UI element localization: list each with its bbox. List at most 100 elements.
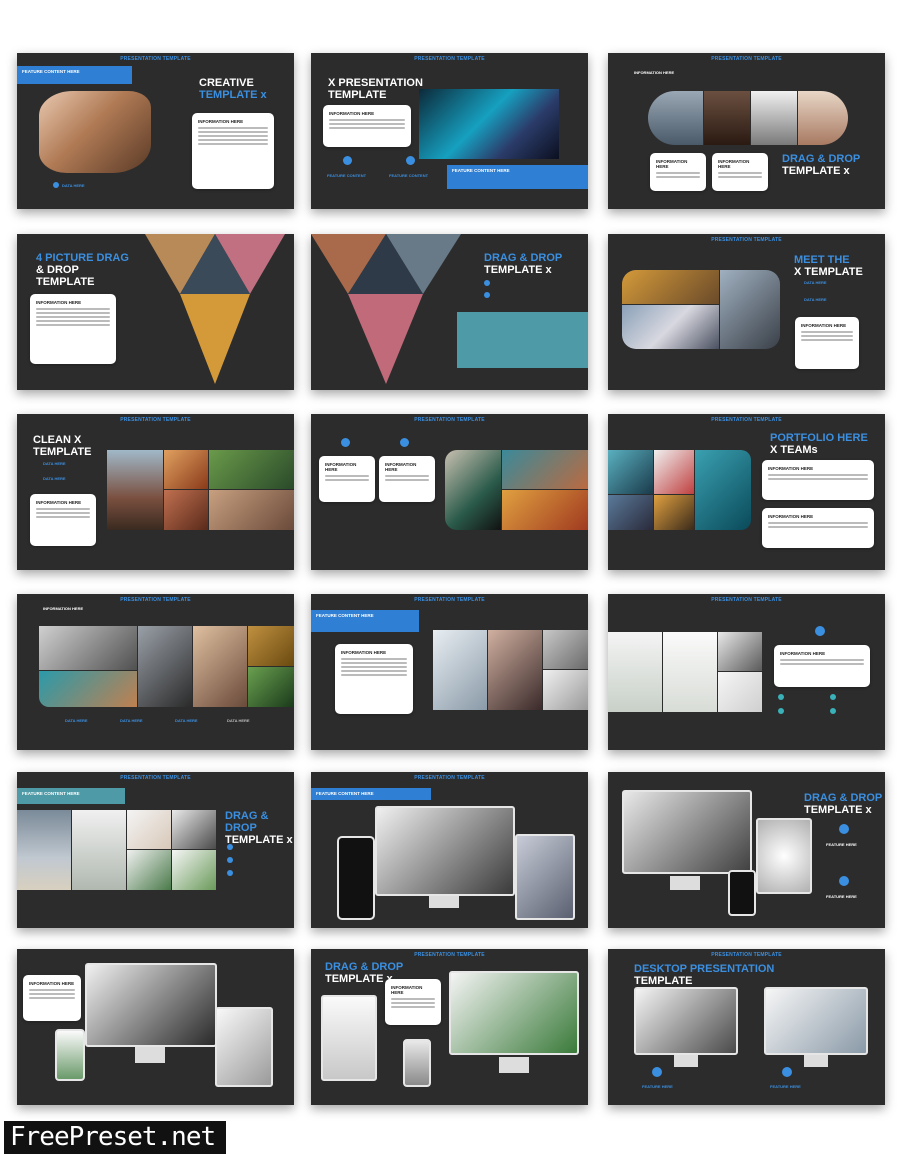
slide-17: PRESENTATION TEMPLATE DRAG & DROP TEMPLA… [311, 949, 588, 1105]
slide-title-2: TEMPLATE x [804, 804, 872, 816]
info-card-title: INFORMATION HERE [718, 159, 750, 169]
photo [164, 490, 208, 530]
info-card-title: INFORMATION HERE [329, 111, 375, 116]
slide-header: PRESENTATION TEMPLATE [120, 56, 191, 62]
feature-icon [400, 438, 409, 447]
photo [654, 495, 694, 530]
slide-title: X PRESENTATION [328, 77, 423, 89]
photo [209, 450, 294, 489]
info-card: INFORMATION HERE [192, 113, 274, 189]
info-card-title: INFORMATION HERE [36, 300, 82, 305]
monitor-stand [429, 896, 459, 908]
check-icon [53, 182, 59, 188]
info-card: INFORMATION HERE [795, 317, 859, 369]
info-card: INFORMATION HERE [762, 460, 874, 500]
slide-header: PRESENTATION TEMPLATE [120, 417, 191, 423]
slide-title: CLEAN X [33, 434, 82, 446]
info-card-title: INFORMATION HERE [768, 514, 814, 519]
info-card-title: INFORMATION HERE [801, 323, 847, 328]
tablet-mockup [515, 834, 575, 920]
slide-title-2: TEMPLATE x [782, 165, 850, 177]
monitor-stand [135, 1047, 165, 1063]
photo [172, 850, 216, 890]
check-icon [484, 292, 490, 298]
photo [718, 672, 762, 712]
info-card: INFORMATION HERE [650, 153, 706, 191]
feature-icon [406, 156, 415, 165]
data-label: DATA HERE [227, 718, 250, 723]
slide-title: DESKTOP PRESENTATION [634, 963, 775, 975]
watermark: FreePreset.net [4, 1121, 226, 1154]
photo [39, 626, 137, 670]
monitor-mockup [622, 790, 752, 874]
feature-label: FEATURE HERE [642, 1084, 673, 1089]
info-card-title: INFORMATION HERE [391, 985, 423, 995]
feature-bar: FEATURE CONTENT HERE [311, 610, 419, 632]
photo [164, 450, 208, 489]
photo [17, 810, 71, 890]
data-label: DATA HERE [175, 718, 198, 723]
feature-bar: FEATURE CONTENT HERE [311, 788, 431, 800]
slide-11: PRESENTATION TEMPLATE FEATURE CONTENT HE… [311, 594, 588, 750]
check-icon [830, 708, 836, 714]
data-label: DATA HERE [43, 461, 66, 466]
feature-label: FEATURE HERE [826, 842, 857, 847]
feature-icon [341, 438, 350, 447]
photo [488, 630, 542, 710]
info-card-title: INFORMATION HERE [29, 981, 75, 986]
triangle-collage [311, 234, 461, 384]
feature-label: FEATURE CONTENT [389, 173, 429, 178]
slide-header: PRESENTATION TEMPLATE [711, 417, 782, 423]
feature-icon [343, 156, 352, 165]
slide-16: INFORMATION HERE [17, 949, 294, 1105]
feature-icon [652, 1067, 662, 1077]
photo [72, 810, 126, 890]
info-card-title: INFORMATION HERE [656, 159, 688, 169]
slide-title: DRAG & DROP [484, 252, 563, 264]
check-icon [227, 870, 233, 876]
slide-header: PRESENTATION TEMPLATE [120, 597, 191, 603]
photo [543, 670, 588, 710]
slide-title: MEET THE [794, 254, 850, 266]
check-icon [830, 694, 836, 700]
photo [138, 626, 192, 707]
photo [798, 91, 848, 145]
feature-label: FEATURE HERE [826, 894, 857, 899]
photo [648, 91, 703, 145]
monitor-stand [674, 1055, 698, 1067]
info-card-title: INFORMATION HERE [325, 462, 357, 472]
info-card: INFORMATION HERE [379, 456, 435, 502]
info-card-title: INFORMATION HERE [780, 651, 826, 656]
slide-title: DRAG & DROP [782, 153, 861, 165]
info-card: INFORMATION HERE [762, 508, 874, 548]
info-card: INFORMATION HERE [319, 456, 375, 502]
photo [209, 490, 294, 530]
info-card: INFORMATION HERE [323, 105, 411, 147]
slide-title: CREATIVE [199, 77, 254, 89]
photo [622, 305, 719, 349]
photo [654, 450, 694, 494]
photo [608, 450, 653, 494]
slide-title-2: TEMPLATE [33, 446, 92, 458]
feature-label: FEATURE HERE [770, 1084, 801, 1089]
info-card: INFORMATION HERE [774, 645, 870, 687]
photo [172, 810, 216, 849]
slide-10: PRESENTATION TEMPLATE INFORMATION HERE D… [17, 594, 294, 750]
check-icon [227, 844, 233, 850]
data-label: DATA HERE [120, 718, 143, 723]
phone-mockup [55, 1029, 85, 1081]
info-label: INFORMATION HERE [634, 70, 675, 75]
slide-title-3: TEMPLATE [36, 276, 95, 288]
data-label: DATA HERE [804, 280, 827, 285]
photo [718, 632, 762, 671]
monitor-stand [499, 1057, 529, 1073]
check-icon [227, 857, 233, 863]
slide-13: PRESENTATION TEMPLATE FEATURE CONTENT HE… [17, 772, 294, 928]
monitor-mockup [764, 987, 868, 1055]
slide-7: PRESENTATION TEMPLATE CLEAN X TEMPLATE D… [17, 414, 294, 570]
tablet-mockup [756, 818, 812, 894]
slide-header: PRESENTATION TEMPLATE [414, 597, 485, 603]
phone-mockup [337, 836, 375, 920]
photo [502, 490, 588, 530]
photo [704, 91, 750, 145]
